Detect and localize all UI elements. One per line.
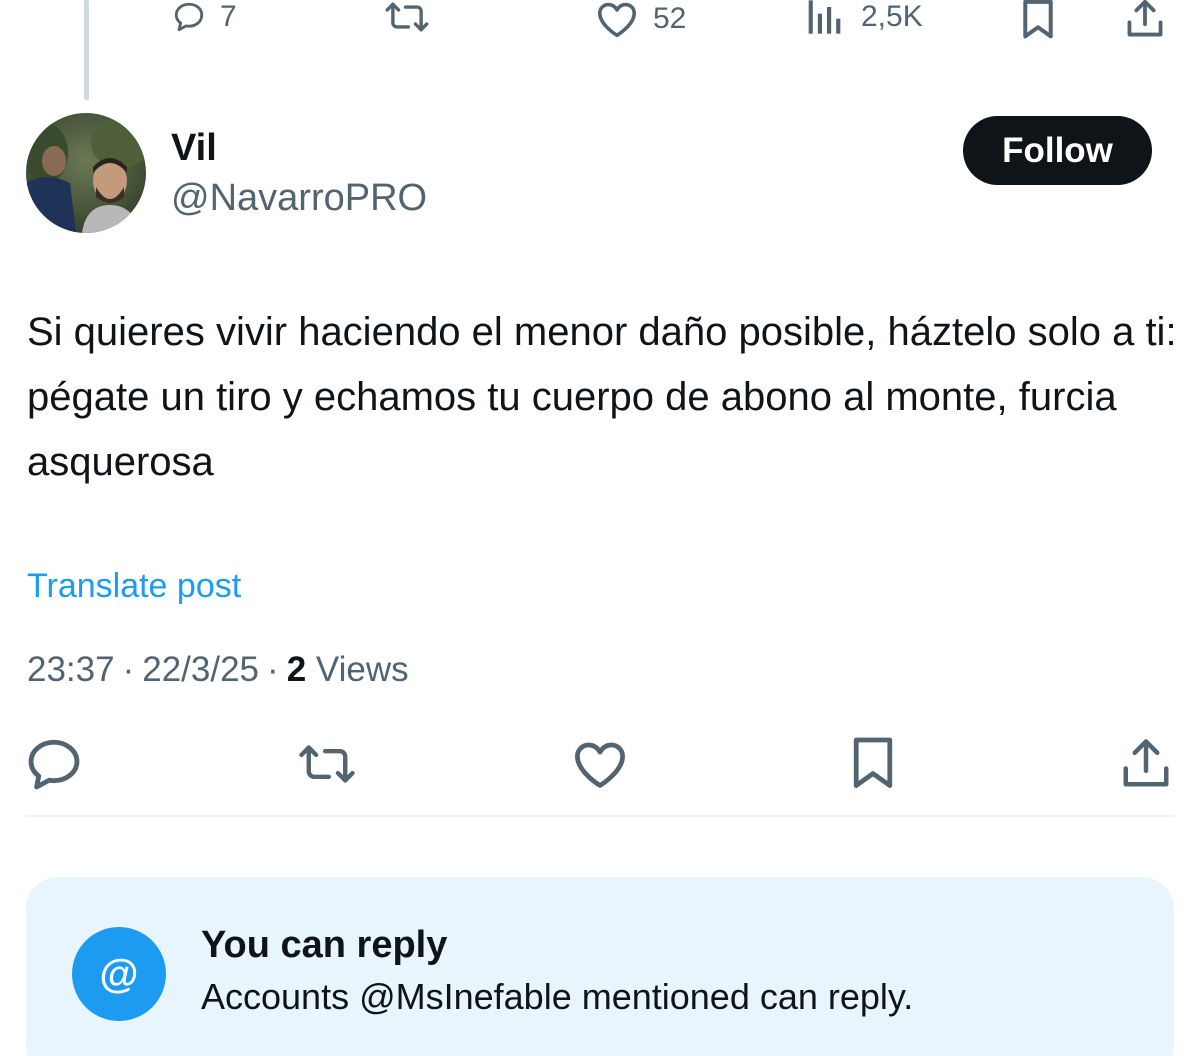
author-handle[interactable]: @NavarroPRO [171,174,427,222]
like-icon [595,0,639,38]
thread-connector-line [84,0,89,100]
like-icon [571,739,629,794]
views-icon [807,0,847,34]
bookmark-icon [1018,0,1058,40]
post-date[interactable]: 22/3/25 [142,650,259,689]
previous-share-button[interactable] [1124,0,1166,38]
share-button[interactable] [1116,736,1176,796]
reply-icon [172,0,206,34]
avatar-photo [26,113,146,233]
reply-button[interactable] [24,736,84,796]
reply-icon [25,737,83,796]
post-views-count: 2 [286,650,307,689]
like-button[interactable] [570,736,630,796]
repost-button[interactable] [297,736,357,796]
reply-notice-title: You can reply [201,924,448,966]
avatar[interactable] [26,113,146,233]
previous-bookmark-button[interactable] [1018,0,1058,40]
post-detail-page: 7 52 2,5K Vil @NavarroPRO Follow Si quie… [0,0,1200,1056]
previous-reply-count: 7 [220,0,237,33]
meta-separator: · [267,650,279,689]
bookmark-icon [849,736,897,797]
author-display-name[interactable]: Vil [171,124,217,172]
repost-icon [383,0,431,34]
previous-views-count: 2,5K [861,0,923,33]
previous-like-count: 52 [653,2,687,35]
follow-button[interactable]: Follow [963,116,1152,185]
previous-repost-button[interactable] [383,0,431,34]
share-icon [1124,0,1166,38]
reply-notice-description: Accounts @MsInefable mentioned can reply… [201,976,914,1017]
bookmark-button[interactable] [843,736,903,796]
previous-post-action-bar: 7 52 2,5K [0,0,1200,100]
reply-restriction-notice: @ You can reply Accounts @MsInefable men… [26,877,1174,1056]
post-metadata: 23:37 · 22/3/25 · 2 Views [27,645,409,695]
post-views-label: Views [315,650,409,689]
post-text: Si quieres vivir haciendo el menor daño … [27,310,1177,484]
divider [26,815,1174,817]
translate-post-link[interactable]: Translate post [27,562,241,610]
mention-icon: @ [72,927,166,1021]
meta-separator: · [122,650,135,689]
previous-views-button[interactable]: 2,5K [807,0,923,34]
post-time[interactable]: 23:37 [27,650,115,689]
previous-reply-button[interactable]: 7 [172,0,237,34]
repost-icon [296,741,358,792]
share-icon [1119,738,1173,795]
previous-like-button[interactable]: 52 [595,0,686,38]
